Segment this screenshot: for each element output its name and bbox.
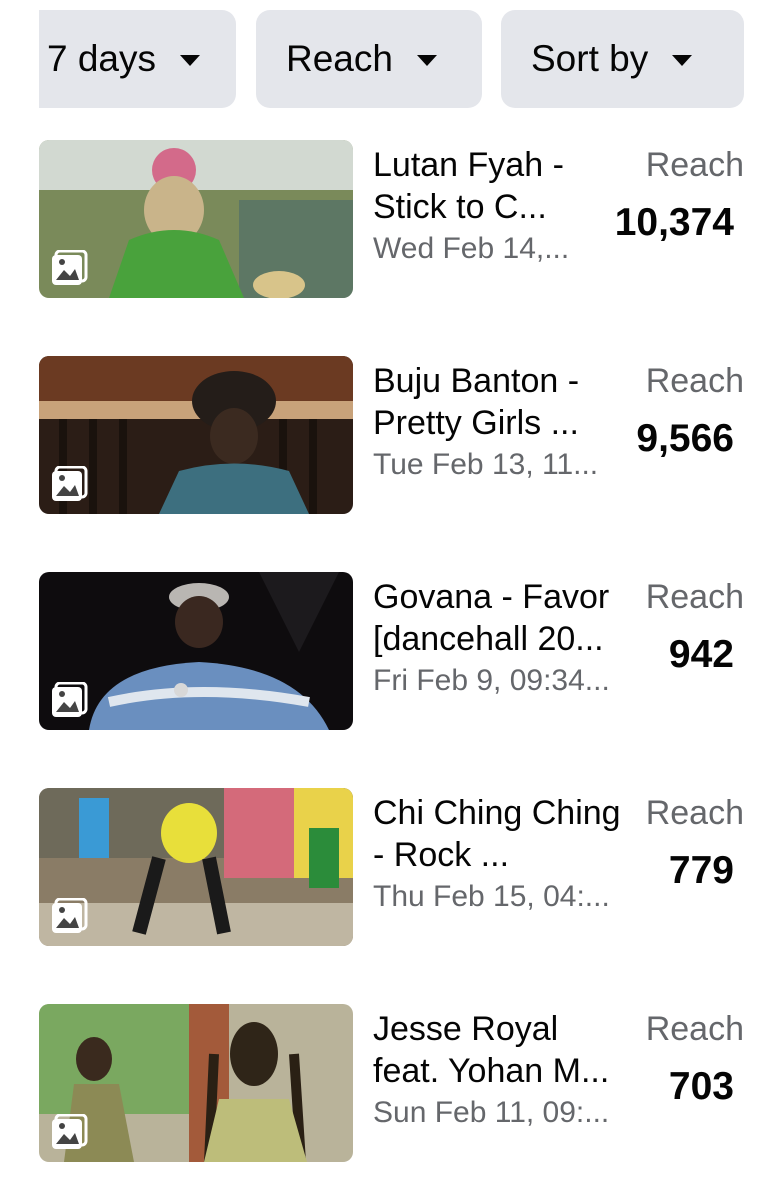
post-date: Fri Feb 9, 09:34...	[373, 664, 610, 697]
reach-label: Reach	[645, 146, 744, 184]
post-title: Jesse Royal feat. Yohan M...	[373, 1010, 610, 1090]
reach-value: 942	[668, 633, 734, 676]
post-title: Chi Ching Ching - Rock ...	[373, 794, 621, 874]
metric-label: Reach	[286, 38, 393, 79]
post-date: Wed Feb 14,...	[373, 232, 570, 265]
photo-icon	[52, 1114, 88, 1149]
sort-label: Sort by	[531, 38, 649, 79]
post-date: Sun Feb 11, 09:...	[373, 1096, 610, 1129]
post-title: Buju Banton - Pretty Girls ...	[373, 362, 580, 442]
post-thumbnail[interactable]	[39, 572, 353, 730]
post-thumbnail[interactable]	[39, 356, 353, 514]
reach-label: Reach	[645, 1010, 744, 1048]
reach-label: Reach	[645, 578, 744, 616]
reach-value: 10,374	[614, 201, 734, 244]
reach-value: 703	[668, 1065, 734, 1108]
post-thumbnail[interactable]	[39, 140, 353, 298]
post-title: Govana - Favor [dancehall 20...	[373, 578, 610, 658]
post-row[interactable]: Buju Banton - Pretty Girls ... Tue Feb 1…	[0, 356, 783, 514]
date-range-dropdown[interactable]: 7 days	[39, 10, 236, 108]
caret-down-icon	[672, 55, 693, 66]
metric-dropdown[interactable]: Reach	[256, 10, 482, 108]
post-thumbnail[interactable]	[39, 1004, 353, 1162]
reach-value: 9,566	[636, 417, 734, 460]
photo-icon	[52, 250, 88, 285]
reach-value: 779	[668, 849, 734, 892]
photo-icon	[52, 682, 88, 717]
post-date: Tue Feb 13, 11...	[373, 448, 599, 481]
post-row[interactable]: Lutan Fyah - Stick to C... Wed Feb 14,..…	[0, 140, 783, 298]
post-row[interactable]: Chi Ching Ching - Rock ... Thu Feb 15, 0…	[0, 788, 783, 946]
date-range-label: 7 days	[46, 38, 156, 79]
post-row[interactable]: Govana - Favor [dancehall 20... Fri Feb …	[0, 572, 783, 730]
sort-dropdown[interactable]: Sort by	[501, 10, 744, 108]
post-thumbnail[interactable]	[39, 788, 353, 946]
post-row[interactable]: Jesse Royal feat. Yohan M... Sun Feb 11,…	[0, 1004, 783, 1162]
caret-down-icon	[416, 55, 437, 66]
caret-down-icon	[180, 55, 200, 66]
photo-icon	[52, 898, 88, 933]
reach-label: Reach	[645, 794, 744, 832]
reach-label: Reach	[645, 362, 744, 400]
post-title: Lutan Fyah - Stick to C...	[373, 146, 564, 226]
filter-bar: 7 days Reach Sort by	[0, 10, 783, 110]
photo-icon	[52, 466, 88, 501]
post-date: Thu Feb 15, 04:...	[373, 880, 610, 913]
